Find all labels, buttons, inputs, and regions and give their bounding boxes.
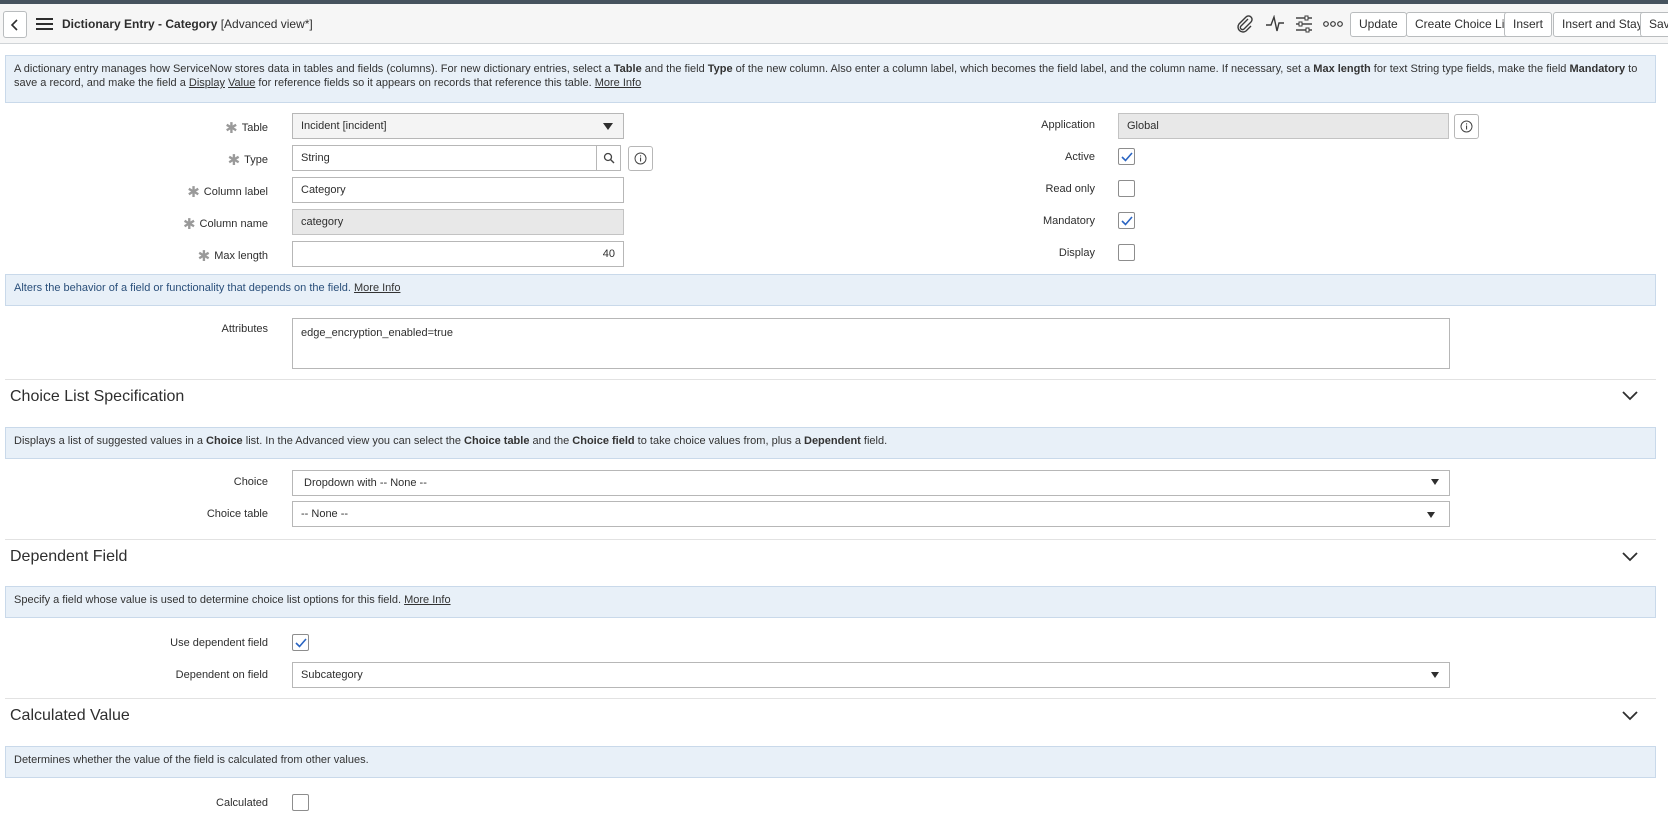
required-marker-icon: ✱: [187, 184, 200, 201]
info-icon: [634, 152, 647, 165]
application-input: Global: [1118, 113, 1449, 139]
display-label: Display: [1058, 247, 1095, 259]
section-divider: [5, 539, 1656, 540]
attributes-label: Attributes: [221, 323, 268, 335]
choice-info-banner: Displays a list of suggested values in a…: [5, 427, 1656, 459]
chevron-down-icon[interactable]: [1622, 552, 1638, 562]
checkmark-icon: [1121, 216, 1133, 226]
dependent-section-title: Dependent Field: [10, 548, 128, 565]
max-length-input[interactable]: 40: [292, 241, 624, 267]
calculated-info-banner: Determines whether the value of the fiel…: [5, 746, 1656, 778]
chevron-left-icon: [10, 19, 18, 31]
choice-section-title: Choice List Specification: [10, 388, 185, 405]
application-label: Application: [1041, 119, 1095, 131]
dropdown-caret-icon: [1431, 479, 1439, 485]
choice-table-label: Choice table: [206, 508, 268, 520]
back-button[interactable]: [3, 11, 27, 38]
column-name-input: category: [292, 209, 624, 235]
required-marker-icon: ✱: [197, 248, 211, 265]
intro-info-banner: A dictionary entry manages how ServiceNo…: [5, 55, 1656, 103]
search-icon: [603, 152, 615, 164]
more-info-link[interactable]: More Info: [404, 594, 450, 606]
choice-select[interactable]: Dropdown with -- None --: [292, 470, 1450, 496]
info-icon: [1460, 120, 1473, 133]
max-length-label: ✱ Max length: [197, 248, 268, 265]
type-label: ✱ Type: [227, 152, 268, 169]
section-divider: [5, 698, 1656, 699]
read-only-checkbox[interactable]: [1118, 180, 1135, 197]
read-only-label: Read only: [1045, 183, 1095, 195]
dropdown-caret-icon: [1431, 672, 1439, 678]
active-checkbox[interactable]: [1118, 148, 1135, 165]
active-label: Active: [1065, 151, 1095, 163]
calculated-label: Calculated: [216, 797, 268, 809]
dependent-on-field-select[interactable]: Subcategory: [292, 662, 1450, 688]
mandatory-label: Mandatory: [1043, 215, 1095, 227]
checkmark-icon: [295, 638, 307, 648]
activity-pulse-icon[interactable]: [1265, 15, 1285, 33]
page-title: Dictionary Entry - Category [Advanced vi…: [62, 17, 313, 31]
more-info-link[interactable]: More Info: [595, 77, 641, 89]
chevron-down-icon[interactable]: [1622, 391, 1638, 401]
type-input[interactable]: String: [292, 145, 597, 171]
attributes-textarea[interactable]: edge_encryption_enabled=true: [292, 318, 1450, 369]
settings-sliders-icon[interactable]: [1295, 15, 1313, 33]
dependent-on-field-label: Dependent on field: [175, 669, 268, 681]
required-marker-icon: ✱: [227, 152, 241, 169]
column-name-label: ✱ Column name: [182, 216, 268, 233]
checkmark-icon: [1121, 152, 1133, 162]
table-label: ✱ Table: [225, 120, 268, 137]
dropdown-caret-icon: [1427, 512, 1435, 518]
required-marker-icon: ✱: [182, 216, 196, 233]
choice-label: Choice: [233, 476, 268, 488]
chevron-down-icon[interactable]: [1622, 711, 1638, 721]
column-label-input[interactable]: Category: [292, 177, 624, 203]
attributes-info-banner: Alters the behavior of a field or functi…: [5, 274, 1656, 306]
required-marker-icon: ✱: [225, 120, 238, 137]
hamburger-menu-icon[interactable]: [36, 17, 53, 31]
choice-table-select[interactable]: -- None --: [292, 501, 1450, 527]
section-divider: [5, 379, 1656, 380]
mandatory-checkbox[interactable]: [1118, 212, 1135, 229]
column-label-label: ✱ Column label: [187, 184, 268, 201]
use-dependent-field-checkbox[interactable]: [292, 634, 309, 651]
dependent-info-banner: Specify a field whose value is used to d…: [5, 586, 1656, 618]
form-header: Dictionary Entry - Category [Advanced vi…: [0, 4, 1668, 44]
calculated-section-title: Calculated Value: [10, 707, 130, 724]
update-button[interactable]: Update: [1350, 12, 1407, 37]
paperclip-icon[interactable]: [1236, 15, 1254, 33]
more-options-icon[interactable]: [1323, 20, 1343, 28]
display-checkbox[interactable]: [1118, 244, 1135, 261]
dropdown-caret-icon: [603, 123, 613, 130]
type-lookup-button[interactable]: [596, 145, 621, 171]
use-dependent-field-label: Use dependent field: [170, 637, 268, 649]
table-select[interactable]: Incident [incident]: [292, 113, 624, 139]
save-button[interactable]: Save: [1640, 12, 1668, 37]
insert-and-stay-button[interactable]: Insert and Stay: [1553, 12, 1652, 37]
insert-button[interactable]: Insert: [1504, 12, 1553, 37]
type-info-button[interactable]: [628, 146, 653, 171]
more-info-link[interactable]: More Info: [354, 282, 400, 294]
calculated-checkbox[interactable]: [292, 794, 309, 811]
application-info-button[interactable]: [1454, 114, 1479, 139]
